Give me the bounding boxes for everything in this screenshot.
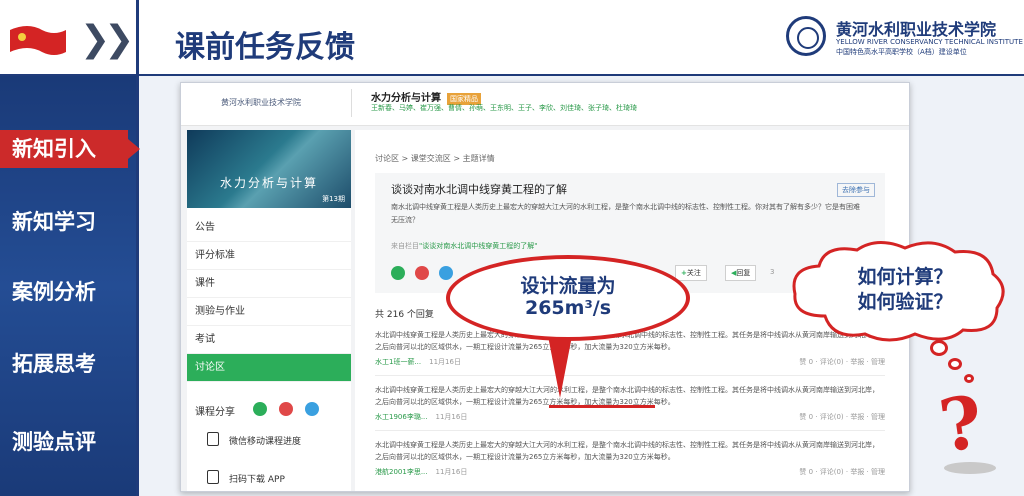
menu-courseware[interactable]: 课件: [187, 270, 351, 298]
post-source-link[interactable]: "谈谈对南水北调中线穿黄工程的了解": [419, 242, 537, 250]
chevron-right-icon: ❯❯: [80, 19, 134, 60]
wechat-progress-link[interactable]: 微信移动课程进度: [229, 434, 301, 447]
post-body: 南水北调中线穿黄工程是人类历史上最宏大的穿越大江大河的水利工程，是整个南水北调中…: [391, 203, 860, 224]
nav-item-extended-thinking[interactable]: 拓展思考: [0, 348, 136, 378]
reply-date: 11月16日: [429, 358, 461, 366]
reply-divider: [375, 375, 885, 376]
reply-meta: 水工1906李璐... 11月16日 赞 0 · 评论(0) · 举报 · 管理: [375, 412, 885, 424]
post-source-prefix: 来自栏目: [391, 242, 419, 250]
school-name-cn: 黄河水利职业技术学院: [836, 20, 997, 39]
school-subtitle: 中国特色高水平高职学校（A档）建设单位: [836, 48, 967, 56]
reply-meta: 港航2001李思... 11月16日 赞 0 · 评论(0) · 举报 · 管理: [375, 467, 885, 479]
breadcrumb-discussion[interactable]: 讨论区: [375, 154, 399, 163]
course-teachers[interactable]: 王新春、马婷、崔万强、曹倩、孙萌、王东明、王子、李欣、刘佳琦、张子琦、杜琦琦: [371, 103, 637, 113]
nav-item-test-review[interactable]: 测验点评: [0, 426, 136, 456]
menu-announcement[interactable]: 公告: [187, 214, 351, 242]
reply-text: 水北调中线穿黄工程是人类历史上最宏大的穿越大江大河的水利工程，是整个南水北调中线…: [375, 441, 879, 461]
callout-line-2: 265m³/s: [524, 297, 612, 319]
cloud-line-2: 如何验证？: [857, 291, 953, 313]
topbar-divider: [351, 89, 352, 117]
header-left-block: ❯❯: [0, 0, 136, 74]
follow-label: 关注: [686, 269, 701, 277]
reply-date: 11月16日: [435, 413, 468, 421]
page-title: 课前任务反馈: [175, 30, 355, 65]
reply-count: 共 216 个回复: [375, 310, 434, 320]
like-count: 3: [770, 268, 775, 276]
course-sidebar: 水力分析与计算 第13期 公告 评分标准 课件 测验与作业 考试 讨论区 课程分…: [187, 130, 351, 491]
menu-discussion[interactable]: 讨论区: [187, 354, 351, 382]
breadcrumb-topic: 主题详情: [462, 154, 495, 163]
reply-label: 回复: [736, 269, 751, 277]
weibo-share-icon[interactable]: [415, 266, 429, 280]
post-source: 来自栏目"谈谈对南水北调中线穿黄工程的了解": [391, 241, 537, 251]
reply-actions[interactable]: 赞 0 · 评论(0) · 举报 · 管理: [799, 357, 885, 367]
reply-user[interactable]: 水工1906李璐...: [375, 413, 428, 421]
progress-icon: [207, 432, 219, 446]
reply-actions[interactable]: 赞 0 · 评论(0) · 举报 · 管理: [799, 467, 885, 477]
share-label: 课程分享: [195, 407, 235, 418]
reply-date: 11月16日: [435, 468, 468, 476]
reply-user[interactable]: 港航2001李思...: [375, 468, 428, 476]
slide-header: ❯❯ 课前任务反馈 黄河水利职业技术学院 YELLOW RIVER CONSER…: [0, 0, 1024, 76]
wechat-share-icon[interactable]: [391, 266, 405, 280]
site-logo: 黄河水利职业技术学院: [221, 98, 301, 107]
weibo-icon[interactable]: [279, 402, 293, 416]
menu-exam[interactable]: 考试: [187, 326, 351, 354]
design-flow-callout: 设计流量为 265m³/s: [446, 255, 690, 341]
menu-quiz-homework[interactable]: 测验与作业: [187, 298, 351, 326]
party-flag-icon: [10, 26, 66, 55]
school-name-en: YELLOW RIVER CONSERVANCY TECHNICAL INSTI…: [836, 38, 1023, 46]
reply-actions[interactable]: 赞 0 · 评论(0) · 举报 · 管理: [799, 412, 885, 422]
thought-cloud-text: 如何计算？ 如何验证？: [820, 265, 990, 315]
reply-button[interactable]: ◀回复: [725, 265, 757, 281]
thought-bubble-medium: [948, 358, 962, 370]
wechat-icon[interactable]: [253, 402, 267, 416]
cloud-line-1: 如何计算？: [857, 266, 953, 288]
nav-item-new-intro[interactable]: 新知引入: [0, 130, 140, 168]
reply-item: 水北调中线穿黄工程是人类历史上最宏大的穿越大江大河的水利工程，是整个南水北调中线…: [375, 439, 885, 479]
callout-pointer: [548, 336, 572, 398]
school-seal-icon: [786, 16, 826, 56]
participate-button[interactable]: 去除参与: [837, 183, 875, 197]
cover-issue: 第13期: [322, 195, 345, 203]
breadcrumb: 讨论区 > 课堂交流区 > 主题详情: [375, 154, 495, 163]
section-nav: 新知引入 新知学习 案例分析 拓展思考 测验点评: [0, 76, 140, 496]
reply-meta: 水工1班一薪... 11月16日 赞 0 · 评论(0) · 举报 · 管理: [375, 357, 885, 369]
nav-item-case-analysis[interactable]: 案例分析: [0, 276, 136, 306]
highlight-underline: [549, 405, 655, 408]
nav-item-new-learning[interactable]: 新知学习: [0, 206, 136, 236]
callout-line-1: 设计流量为: [520, 275, 616, 297]
post-title: 谈谈对南水北调中线穿黄工程的了解: [391, 183, 567, 196]
header-divider: [136, 0, 139, 496]
thought-bubble-large: [930, 340, 948, 356]
reply-divider: [375, 430, 885, 431]
download-app-link[interactable]: 扫码下载 APP: [229, 472, 285, 485]
course-cover-image: 水力分析与计算 第13期: [187, 130, 351, 208]
site-topbar: 黄河水利职业技术学院 水力分析与计算 国家精品 王新春、马婷、崔万强、曹倩、孙萌、…: [181, 83, 909, 126]
breadcrumb-class-exchange[interactable]: 课堂交流区: [411, 154, 451, 163]
phone-icon: [207, 470, 219, 484]
reply-user[interactable]: 水工1班一薪...: [375, 358, 421, 366]
cover-title: 水力分析与计算: [219, 176, 318, 190]
qq-icon[interactable]: [305, 402, 319, 416]
question-mark-icon: ?: [934, 378, 988, 469]
menu-grading[interactable]: 评分标准: [187, 242, 351, 270]
